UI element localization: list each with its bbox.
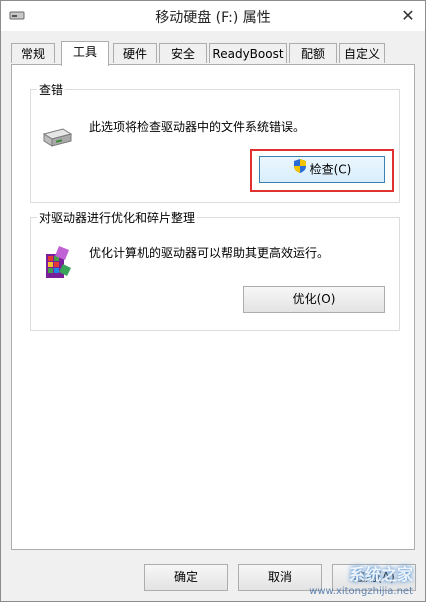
watermark-url: www.xitongzhijia.net: [309, 586, 413, 597]
tab-hardware[interactable]: 硬件: [113, 43, 157, 63]
tab-quota[interactable]: 配额: [289, 43, 337, 63]
title-bar[interactable]: 移动硬盘 (F:) 属性 ✕: [1, 1, 425, 31]
tools-panel: 查错 此选项将检查驱动器中的文件系统错误。 检查(C) 对驱动器进行优化和碎片整…: [11, 64, 415, 550]
uac-shield-icon: [293, 158, 307, 182]
optimize-button[interactable]: 优化(O): [243, 286, 385, 313]
window-title: 移动硬盘 (F:) 属性: [155, 10, 271, 26]
optimize-group: 对驱动器进行优化和碎片整理 优化计算机的驱动器可以帮助其更高效运行。 优化(O): [30, 209, 400, 331]
tab-readyboost[interactable]: ReadyBoost: [209, 43, 287, 63]
close-button[interactable]: ✕: [397, 5, 419, 27]
ok-button[interactable]: 确定: [144, 564, 228, 591]
tab-tools[interactable]: 工具: [61, 41, 109, 66]
drive-icon: [41, 126, 73, 150]
tab-general[interactable]: 常规: [11, 43, 55, 63]
tab-security[interactable]: 安全: [159, 43, 207, 63]
error-check-description: 此选项将检查驱动器中的文件系统错误。: [89, 120, 306, 134]
optimize-title: 对驱动器进行优化和碎片整理: [37, 209, 198, 226]
defrag-icon: [43, 244, 73, 282]
error-check-group: 查错 此选项将检查驱动器中的文件系统错误。 检查(C): [30, 81, 400, 203]
properties-dialog: 移动硬盘 (F:) 属性 ✕ 常规 工具 硬件 安全 ReadyBoost 配额…: [0, 0, 426, 602]
watermark-brand: 系统之家: [348, 565, 413, 584]
tab-customize[interactable]: 自定义: [339, 43, 385, 63]
error-check-title: 查错: [37, 81, 66, 98]
check-button[interactable]: 检查(C): [259, 156, 385, 183]
optimize-description: 优化计算机的驱动器可以帮助其更高效运行。: [89, 246, 330, 260]
check-button-label: 检查(C): [309, 162, 352, 177]
